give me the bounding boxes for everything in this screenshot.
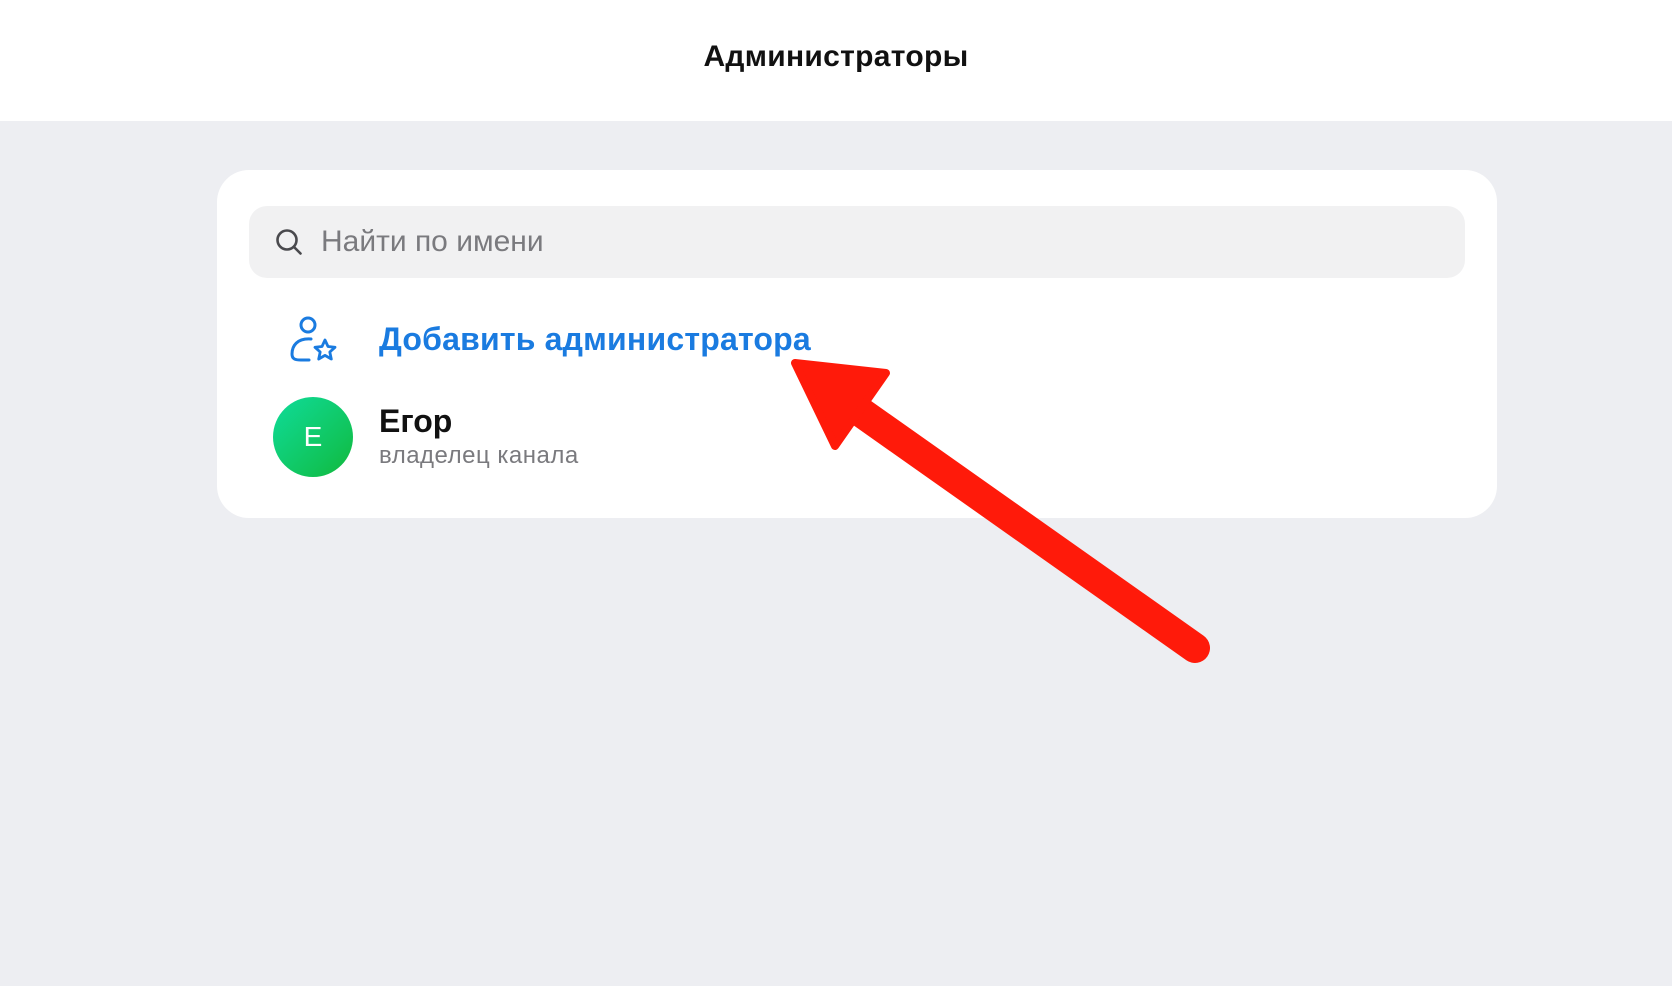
admin-name: Егор bbox=[379, 403, 453, 439]
admin-list-item[interactable]: Е Егор владелец канала bbox=[249, 392, 1465, 482]
avatar: Е bbox=[273, 397, 353, 477]
add-admin-label: Добавить администратора bbox=[379, 320, 811, 357]
search-icon bbox=[275, 228, 303, 256]
user-star-icon bbox=[289, 314, 339, 364]
admin-info: Егор владелец канала bbox=[379, 402, 579, 472]
add-admin-button[interactable]: Добавить администратора bbox=[249, 300, 1465, 378]
search-input[interactable] bbox=[321, 206, 1465, 278]
search-field[interactable] bbox=[249, 206, 1465, 278]
admin-role: владелец канала bbox=[379, 442, 579, 469]
admins-card: Добавить администратора Е Егор владелец … bbox=[217, 170, 1497, 518]
page-title: Администраторы bbox=[703, 39, 969, 73]
top-bar: Администраторы bbox=[0, 0, 1672, 121]
